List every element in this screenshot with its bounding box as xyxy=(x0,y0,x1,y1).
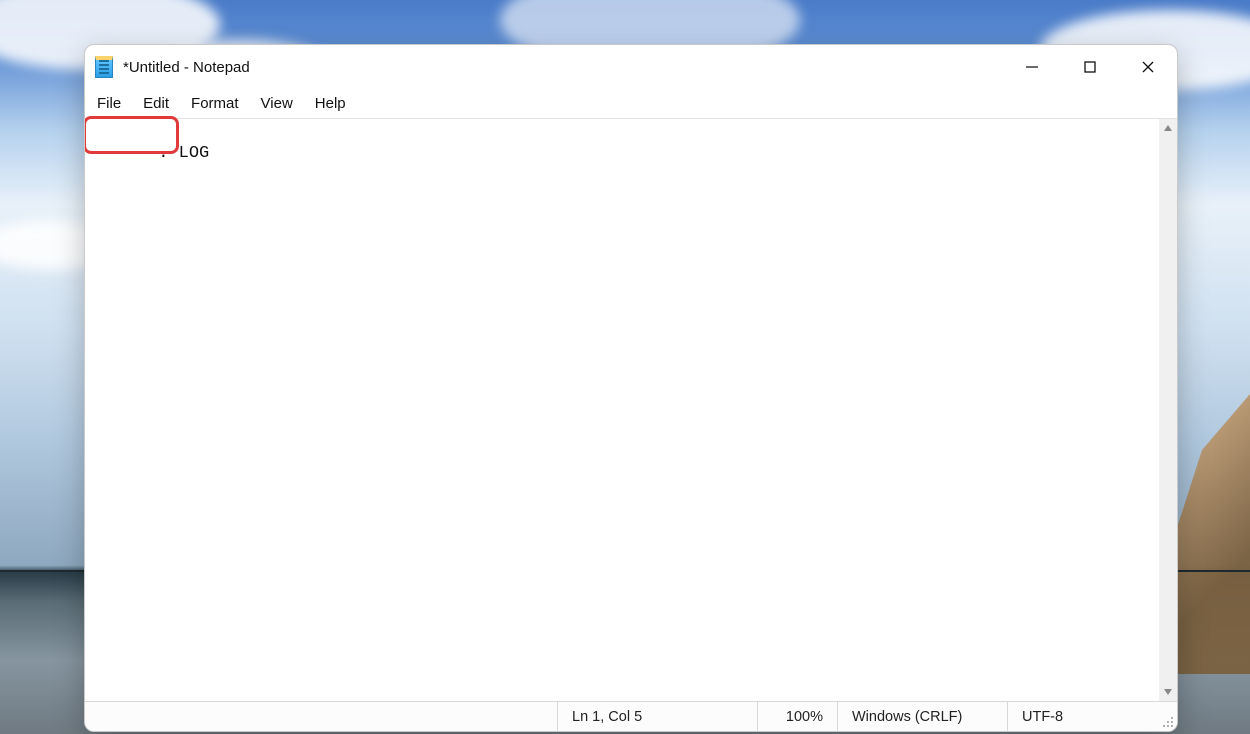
scroll-down-button[interactable] xyxy=(1159,683,1177,701)
close-button[interactable] xyxy=(1119,45,1177,89)
resize-grip-icon xyxy=(1162,716,1174,728)
editor-area: . LOG xyxy=(85,119,1177,701)
notepad-icon xyxy=(95,56,113,78)
text-editor[interactable]: . LOG xyxy=(85,119,1159,701)
menu-edit[interactable]: Edit xyxy=(141,93,171,114)
status-bar: Ln 1, Col 5 100% Windows (CRLF) UTF-8 xyxy=(85,701,1177,731)
status-zoom: 100% xyxy=(757,702,837,731)
menu-file[interactable]: File xyxy=(95,93,123,114)
status-encoding: UTF-8 xyxy=(1007,702,1157,731)
window-controls xyxy=(1003,45,1177,89)
status-line-ending: Windows (CRLF) xyxy=(837,702,1007,731)
scroll-up-button[interactable] xyxy=(1159,119,1177,137)
menu-format[interactable]: Format xyxy=(189,93,241,114)
chevron-down-icon xyxy=(1163,687,1173,697)
editor-content: . LOG xyxy=(158,144,209,163)
menu-view[interactable]: View xyxy=(259,93,295,114)
maximize-icon xyxy=(1083,60,1097,74)
window-title: *Untitled - Notepad xyxy=(123,59,250,76)
resize-grip[interactable] xyxy=(1157,702,1177,731)
close-icon xyxy=(1141,60,1155,74)
menu-bar: File Edit Format View Help xyxy=(85,89,1177,119)
chevron-up-icon xyxy=(1163,123,1173,133)
notepad-window: *Untitled - Notepad File Edit Format Vie… xyxy=(84,44,1178,732)
menu-help[interactable]: Help xyxy=(313,93,348,114)
title-bar[interactable]: *Untitled - Notepad xyxy=(85,45,1177,89)
minimize-button[interactable] xyxy=(1003,45,1061,89)
minimize-icon xyxy=(1025,60,1039,74)
status-position: Ln 1, Col 5 xyxy=(557,702,757,731)
maximize-button[interactable] xyxy=(1061,45,1119,89)
vertical-scrollbar[interactable] xyxy=(1159,119,1177,701)
